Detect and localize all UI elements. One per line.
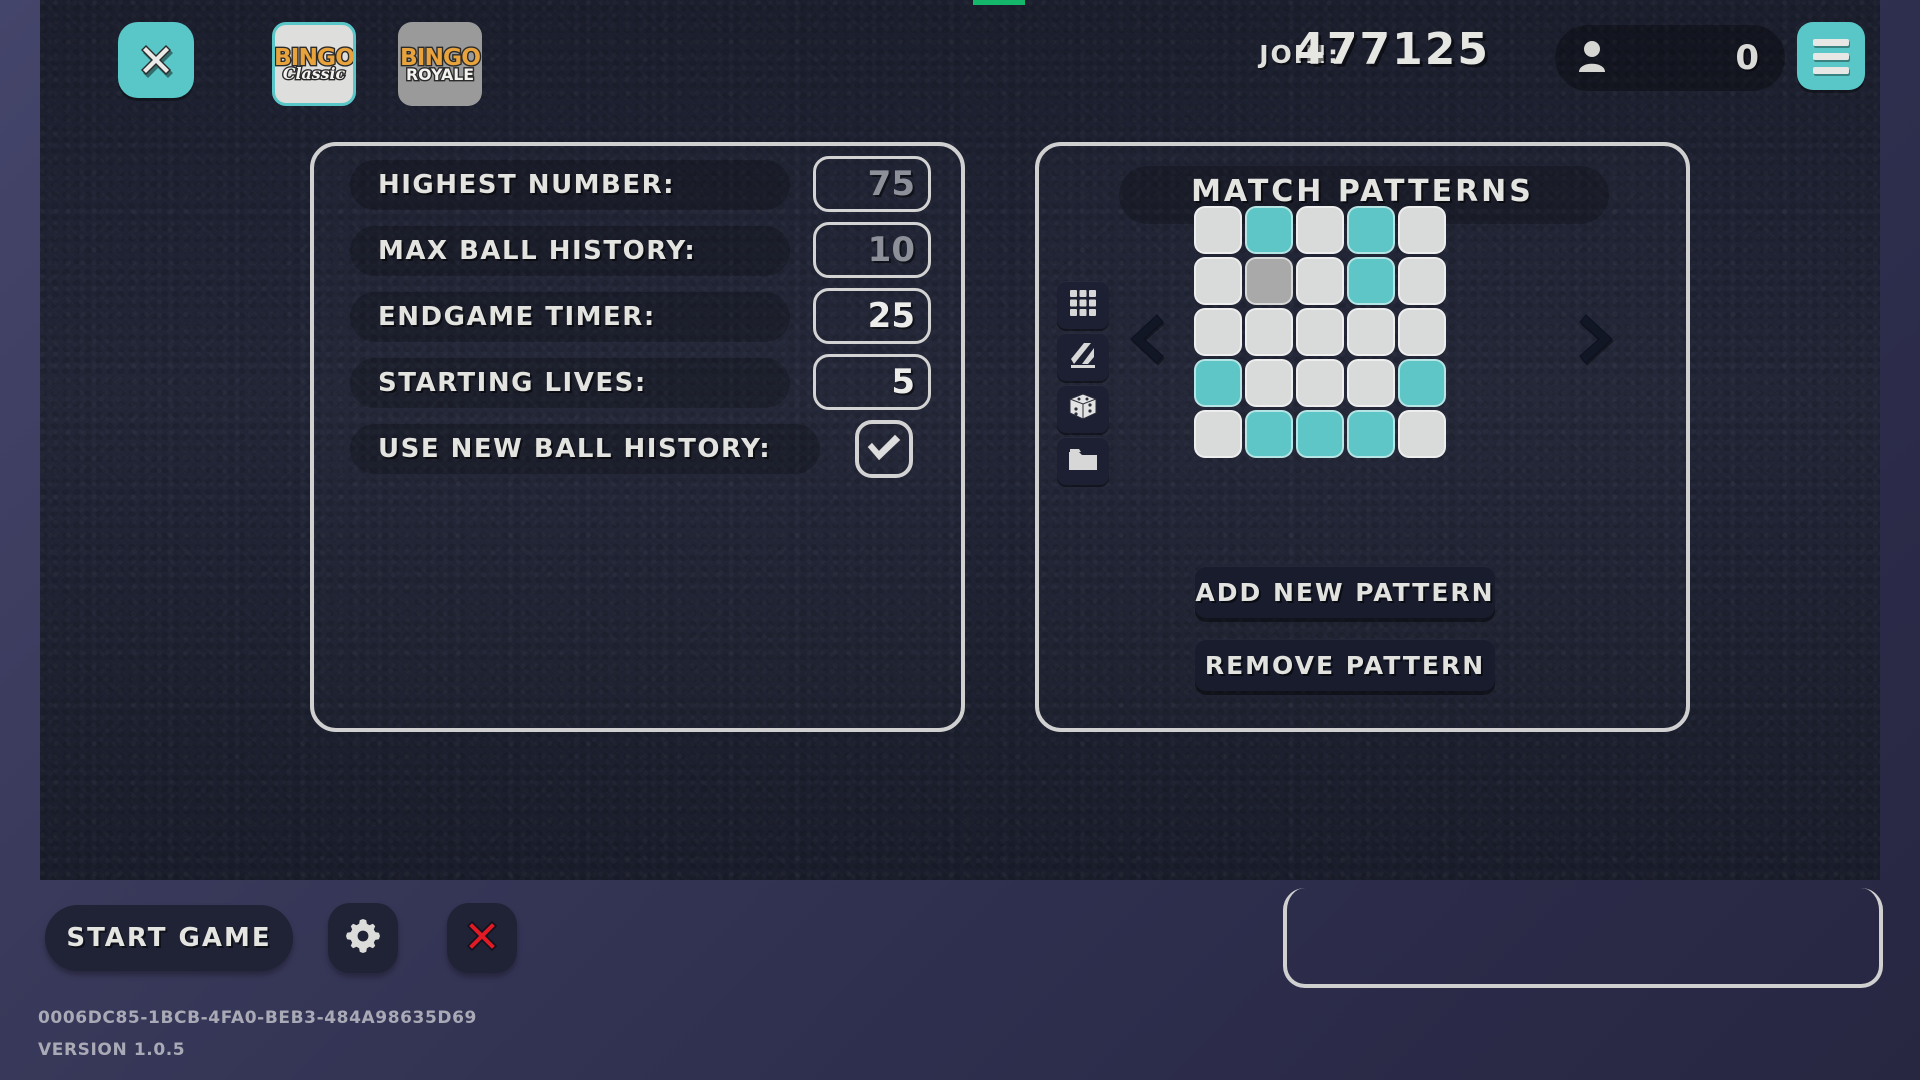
close-x-icon	[133, 37, 179, 83]
join-code: 477125	[1294, 24, 1490, 75]
setting-row-endgame-timer[interactable]: ENDGAME TIMER: 25	[336, 286, 944, 348]
pattern-cell-r2-c5[interactable]	[1398, 257, 1446, 305]
next-pattern-button[interactable]	[1578, 311, 1616, 367]
setting-label: MAX BALL HISTORY:	[378, 236, 697, 266]
pattern-cell-r3-c2[interactable]	[1245, 308, 1293, 356]
tool-diagonal-button[interactable]	[1057, 333, 1109, 381]
player-count-pill: 0	[1555, 25, 1785, 91]
chevron-left-icon	[1127, 311, 1165, 367]
game-settings-panel: HIGHEST NUMBER: 75 MAX BALL HISTORY: 10 …	[310, 142, 965, 732]
setting-checkbox-use-new-ball-history[interactable]	[855, 420, 913, 478]
dice-icon	[1067, 392, 1099, 427]
pattern-cell-r2-c1[interactable]	[1194, 257, 1242, 305]
pattern-cell-r5-c1[interactable]	[1194, 410, 1242, 458]
check-icon	[864, 430, 904, 469]
top-bar: BINGO Classic BINGO ROYALE JOIN: 477125 …	[40, 0, 1880, 130]
setting-row-use-new-ball-history[interactable]: USE NEW BALL HISTORY:	[336, 418, 944, 480]
status-bar-indicator	[973, 0, 1025, 5]
close-overlay-button[interactable]	[118, 22, 194, 98]
pattern-cell-r4-c4[interactable]	[1347, 359, 1395, 407]
pattern-cell-r5-c5[interactable]	[1398, 410, 1446, 458]
page-title: MATCH PATTERNS	[1191, 174, 1534, 209]
setting-label: STARTING LIVES:	[378, 368, 647, 398]
pattern-cell-r3-c1[interactable]	[1194, 308, 1242, 356]
pattern-grid[interactable]	[1194, 206, 1446, 458]
pattern-cell-r2-c4[interactable]	[1347, 257, 1395, 305]
pattern-cell-r1-c2[interactable]	[1245, 206, 1293, 254]
tool-grid-button[interactable]	[1057, 281, 1109, 329]
setting-value-max-ball-history[interactable]: 10	[813, 222, 931, 278]
player-count-value: 0	[1735, 38, 1759, 78]
setting-row-highest-number[interactable]: HIGHEST NUMBER: 75	[336, 154, 944, 216]
chevron-right-icon	[1578, 311, 1616, 367]
logo-subtitle: Classic	[281, 64, 346, 84]
hamburger-menu-icon	[1813, 38, 1849, 74]
pattern-cell-r3-c4[interactable]	[1347, 308, 1395, 356]
bingo-royale-logo: BINGO ROYALE	[399, 43, 482, 84]
add-new-pattern-button[interactable]: ADD NEW PATTERN	[1195, 566, 1495, 618]
mode-tile-bingo-royale[interactable]: BINGO ROYALE	[398, 22, 482, 106]
tool-load-folder-button[interactable]	[1057, 437, 1109, 485]
bingo-classic-logo: BINGO Classic	[275, 44, 353, 84]
pattern-cell-r4-c5[interactable]	[1398, 359, 1446, 407]
logo-subtitle: ROYALE	[405, 65, 476, 84]
prev-pattern-button[interactable]	[1127, 311, 1165, 367]
pattern-cell-r3-c3[interactable]	[1296, 308, 1344, 356]
pattern-cell-r2-c2[interactable]	[1245, 257, 1293, 305]
folder-icon	[1067, 446, 1099, 477]
pattern-cell-r1-c3[interactable]	[1296, 206, 1344, 254]
pattern-cell-r4-c3[interactable]	[1296, 359, 1344, 407]
setting-label: USE NEW BALL HISTORY:	[378, 434, 772, 464]
setting-value-highest-number[interactable]: 75	[813, 156, 931, 212]
mode-tile-bingo-classic[interactable]: BINGO Classic	[272, 22, 356, 106]
match-patterns-panel: MATCH PATTERNS ADD NEW PATTERN REMOVE PA…	[1035, 142, 1690, 732]
setting-label: HIGHEST NUMBER:	[378, 170, 676, 200]
person-icon	[1577, 39, 1607, 78]
pattern-tools-toolbar	[1057, 281, 1109, 485]
tool-random-dice-button[interactable]	[1057, 385, 1109, 433]
close-x-red-icon	[461, 915, 503, 962]
diagonal-stripes-icon	[1068, 340, 1098, 375]
settings-button[interactable]	[328, 903, 398, 973]
pattern-cell-r4-c1[interactable]	[1194, 359, 1242, 407]
game-viewport: BINGO Classic BINGO ROYALE JOIN: 477125 …	[40, 0, 1880, 880]
start-game-button[interactable]: START GAME	[45, 905, 293, 971]
gear-icon	[343, 916, 383, 961]
quit-button[interactable]	[447, 903, 517, 973]
pattern-cell-r1-c1[interactable]	[1194, 206, 1242, 254]
pattern-cell-r5-c3[interactable]	[1296, 410, 1344, 458]
pattern-cell-r1-c5[interactable]	[1398, 206, 1446, 254]
hamburger-menu-button[interactable]	[1797, 22, 1865, 90]
pattern-cell-r5-c4[interactable]	[1347, 410, 1395, 458]
grid-icon	[1068, 288, 1098, 323]
secondary-panel-outline	[1283, 888, 1883, 988]
setting-value-starting-lives[interactable]: 5	[813, 354, 931, 410]
pattern-cell-r5-c2[interactable]	[1245, 410, 1293, 458]
pattern-cell-r2-c3[interactable]	[1296, 257, 1344, 305]
setting-row-max-ball-history[interactable]: MAX BALL HISTORY: 10	[336, 220, 944, 282]
pattern-cell-r3-c5[interactable]	[1398, 308, 1446, 356]
pattern-cell-r1-c4[interactable]	[1347, 206, 1395, 254]
version-text: VERSION 1.0.5	[38, 1040, 186, 1060]
remove-pattern-button[interactable]: REMOVE PATTERN	[1195, 639, 1495, 691]
session-id-text: 0006DC85-1BCB-4FA0-BEB3-484A98635D69	[38, 1008, 477, 1028]
pattern-cell-r4-c2[interactable]	[1245, 359, 1293, 407]
setting-label: ENDGAME TIMER:	[378, 302, 656, 332]
setting-row-starting-lives[interactable]: STARTING LIVES: 5	[336, 352, 944, 414]
logo-title: BINGO	[399, 43, 482, 71]
setting-value-endgame-timer[interactable]: 25	[813, 288, 931, 344]
